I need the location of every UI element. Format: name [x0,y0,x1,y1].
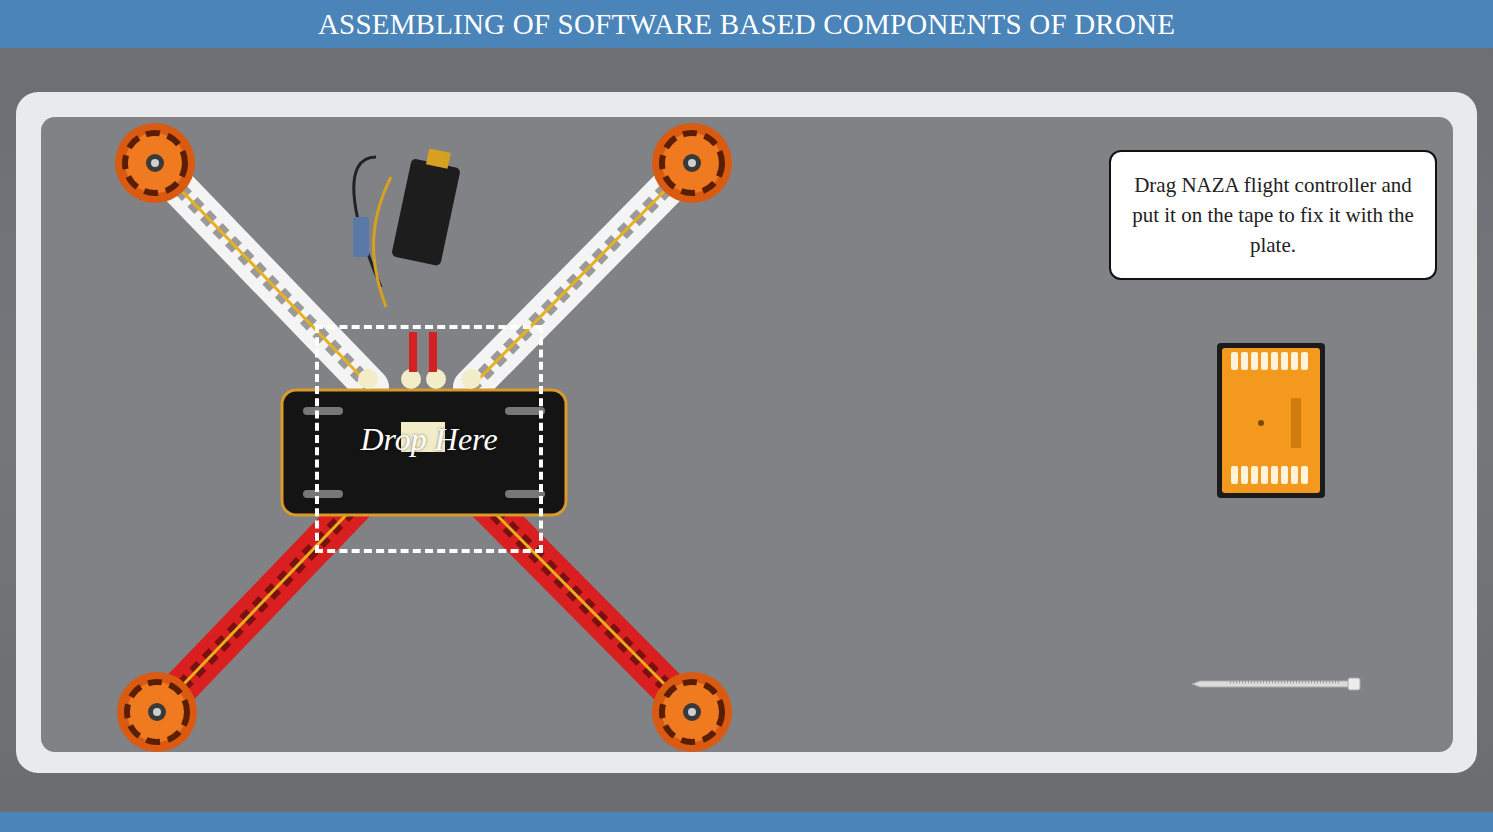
header-bar: ASSEMBLING OF SOFTWARE BASED COMPONENTS … [0,0,1493,48]
cable-tie[interactable] [1190,677,1362,691]
page: ASSEMBLING OF SOFTWARE BASED COMPONENTS … [0,0,1493,832]
cable-tie-icon [1190,677,1362,691]
naza-controller[interactable] [1217,343,1325,498]
naza-controller-icon [1217,343,1325,498]
instruction-text: Drag NAZA flight controller and put it o… [1121,170,1425,260]
instruction-bubble: Drag NAZA flight controller and put it o… [1109,150,1437,280]
workspace-card: Drop Here Drag NAZA flight controller and… [16,92,1477,773]
drop-zone-label: Drop Here [360,421,497,458]
page-title: ASSEMBLING OF SOFTWARE BASED COMPONENTS … [318,8,1175,41]
drop-zone[interactable]: Drop Here [315,325,543,553]
assembly-canvas: Drop Here Drag NAZA flight controller and… [41,117,1453,752]
footer-bar [0,812,1493,832]
stage: Drop Here Drag NAZA flight controller and… [0,48,1493,812]
